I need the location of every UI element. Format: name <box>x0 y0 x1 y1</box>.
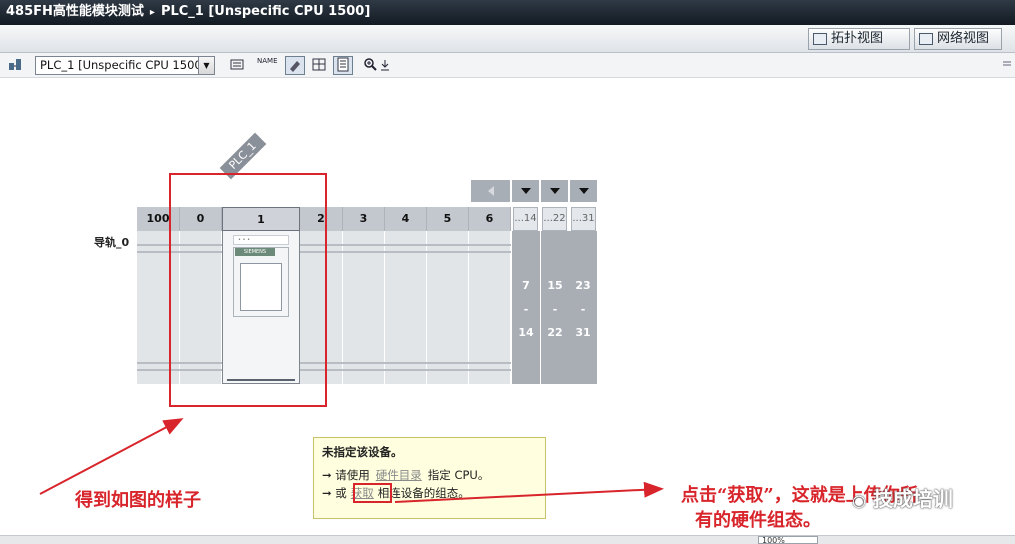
download-icon <box>381 60 389 71</box>
extension-range-start: 7 <box>522 279 530 292</box>
extension-slot-group[interactable]: 7 - 14 <box>512 231 540 384</box>
download-button[interactable] <box>378 56 392 75</box>
info-line-catalog: ➞ 请使用 硬件目录 指定 CPU。 <box>322 466 537 484</box>
chevron-down-icon[interactable]: ▼ <box>198 57 214 74</box>
unspecified-device-info: 未指定该设备。 ➞ 请使用 硬件目录 指定 CPU。 ➞ 或获取 相连设备的组态。 <box>313 437 546 519</box>
topology-view-icon <box>813 33 827 45</box>
chevron-down-icon <box>578 188 589 194</box>
show-names-button[interactable]: NAME <box>256 56 278 75</box>
extension-range-end: 14 <box>518 326 534 339</box>
topology-icon <box>9 59 21 70</box>
cpu-name-tag-label: PLC_1 <box>226 139 259 172</box>
expand-slots-button[interactable] <box>570 180 597 202</box>
info-line1-suffix: 指定 CPU。 <box>427 468 490 482</box>
extension-slot-header[interactable]: ...31 <box>571 207 596 231</box>
project-title: 485FH高性能模块测试 <box>6 4 144 19</box>
detect-link-highlight <box>353 483 392 503</box>
extension-range-end: 31 <box>575 326 591 339</box>
chevron-left-icon <box>487 186 494 196</box>
grid-button[interactable] <box>309 56 329 75</box>
extension-range-dash: - <box>580 303 586 316</box>
annotation-left: 得到如图的样子 <box>75 490 201 511</box>
watermark: ◉ 技成培训 <box>852 483 953 512</box>
info-line1-prefix: 请使用 <box>335 468 370 482</box>
tab-network-label: 网络视图 <box>937 31 990 46</box>
annotation-right-line2: 有的硬件组态。 <box>695 510 821 531</box>
network-view-icon <box>919 33 933 45</box>
slot-header[interactable]: 4 <box>385 207 427 231</box>
extension-slot-group[interactable]: 23 - 31 <box>569 231 597 384</box>
arrow-right-icon: ➞ <box>322 486 332 500</box>
cpu-highlight-box <box>169 173 327 407</box>
extension-range-start: 23 <box>575 279 591 292</box>
zoom-icon <box>364 58 377 71</box>
breadcrumb-separator: ▸ <box>149 7 155 18</box>
collapse-panel-button[interactable] <box>1000 56 1014 75</box>
scroll-left-button[interactable] <box>471 180 510 202</box>
tab-topology-view[interactable]: 拓扑视图 <box>808 28 910 50</box>
device-title: PLC_1 [Unspecific CPU 1500] <box>160 4 371 19</box>
slot-header[interactable]: 5 <box>427 207 469 231</box>
table-icon <box>337 57 349 72</box>
watermark-text: 技成培训 <box>872 487 953 511</box>
device-overview-button[interactable] <box>227 56 247 75</box>
arrow-to-cpu <box>39 418 184 495</box>
table-button[interactable] <box>333 56 353 75</box>
collapse-icon <box>1003 61 1011 66</box>
extension-range-dash: - <box>552 303 558 316</box>
info-heading: 未指定该设备。 <box>322 445 403 459</box>
title-bar: 485FH高性能模块测试 ▸ PLC_1 [Unspecific CPU 1500] <box>0 0 1015 25</box>
tab-topology-label: 拓扑视图 <box>831 31 884 46</box>
paint-icon <box>290 61 300 72</box>
grid-icon <box>312 58 326 71</box>
device-view-toolbar: PLC_1 [Unspecific CPU 1500] ▼ NAME <box>0 53 1015 78</box>
arrow-right-icon: ➞ <box>322 468 332 482</box>
extension-range-dash: - <box>523 303 529 316</box>
expand-slots-button[interactable] <box>512 180 539 202</box>
expand-slots-button[interactable] <box>541 180 568 202</box>
chevron-down-icon <box>549 188 560 194</box>
zoom-select[interactable]: 100% <box>758 536 818 544</box>
info-line2-prefix: 或 <box>335 486 347 500</box>
device-select-value: PLC_1 [Unspecific CPU 1500] <box>40 58 207 72</box>
hardware-catalog-link[interactable]: 硬件目录 <box>376 468 422 482</box>
extension-slot-header[interactable]: ...22 <box>542 207 567 231</box>
paint-button[interactable] <box>285 56 305 75</box>
topology-button[interactable] <box>5 56 25 75</box>
extension-slot-group[interactable]: 15 - 22 <box>541 231 569 384</box>
rail-label: 导轨_0 <box>94 236 130 249</box>
horizontal-scrollbar[interactable] <box>0 535 1015 544</box>
device-select[interactable]: PLC_1 [Unspecific CPU 1500] ▼ <box>35 56 215 75</box>
tab-network-view[interactable]: 网络视图 <box>914 28 1002 50</box>
slot-header[interactable]: 6 <box>469 207 511 231</box>
extension-range-end: 22 <box>547 326 563 339</box>
extension-slot-header[interactable]: ...14 <box>513 207 538 231</box>
wechat-icon: ◉ <box>852 491 866 510</box>
show-names-icon: NAME <box>257 57 278 65</box>
extension-range-start: 15 <box>547 279 563 292</box>
view-tabs-bar: 拓扑视图 网络视图 <box>0 25 1015 53</box>
device-overview-icon <box>230 59 244 70</box>
slot-header[interactable]: 3 <box>343 207 385 231</box>
chevron-down-icon <box>520 188 531 194</box>
